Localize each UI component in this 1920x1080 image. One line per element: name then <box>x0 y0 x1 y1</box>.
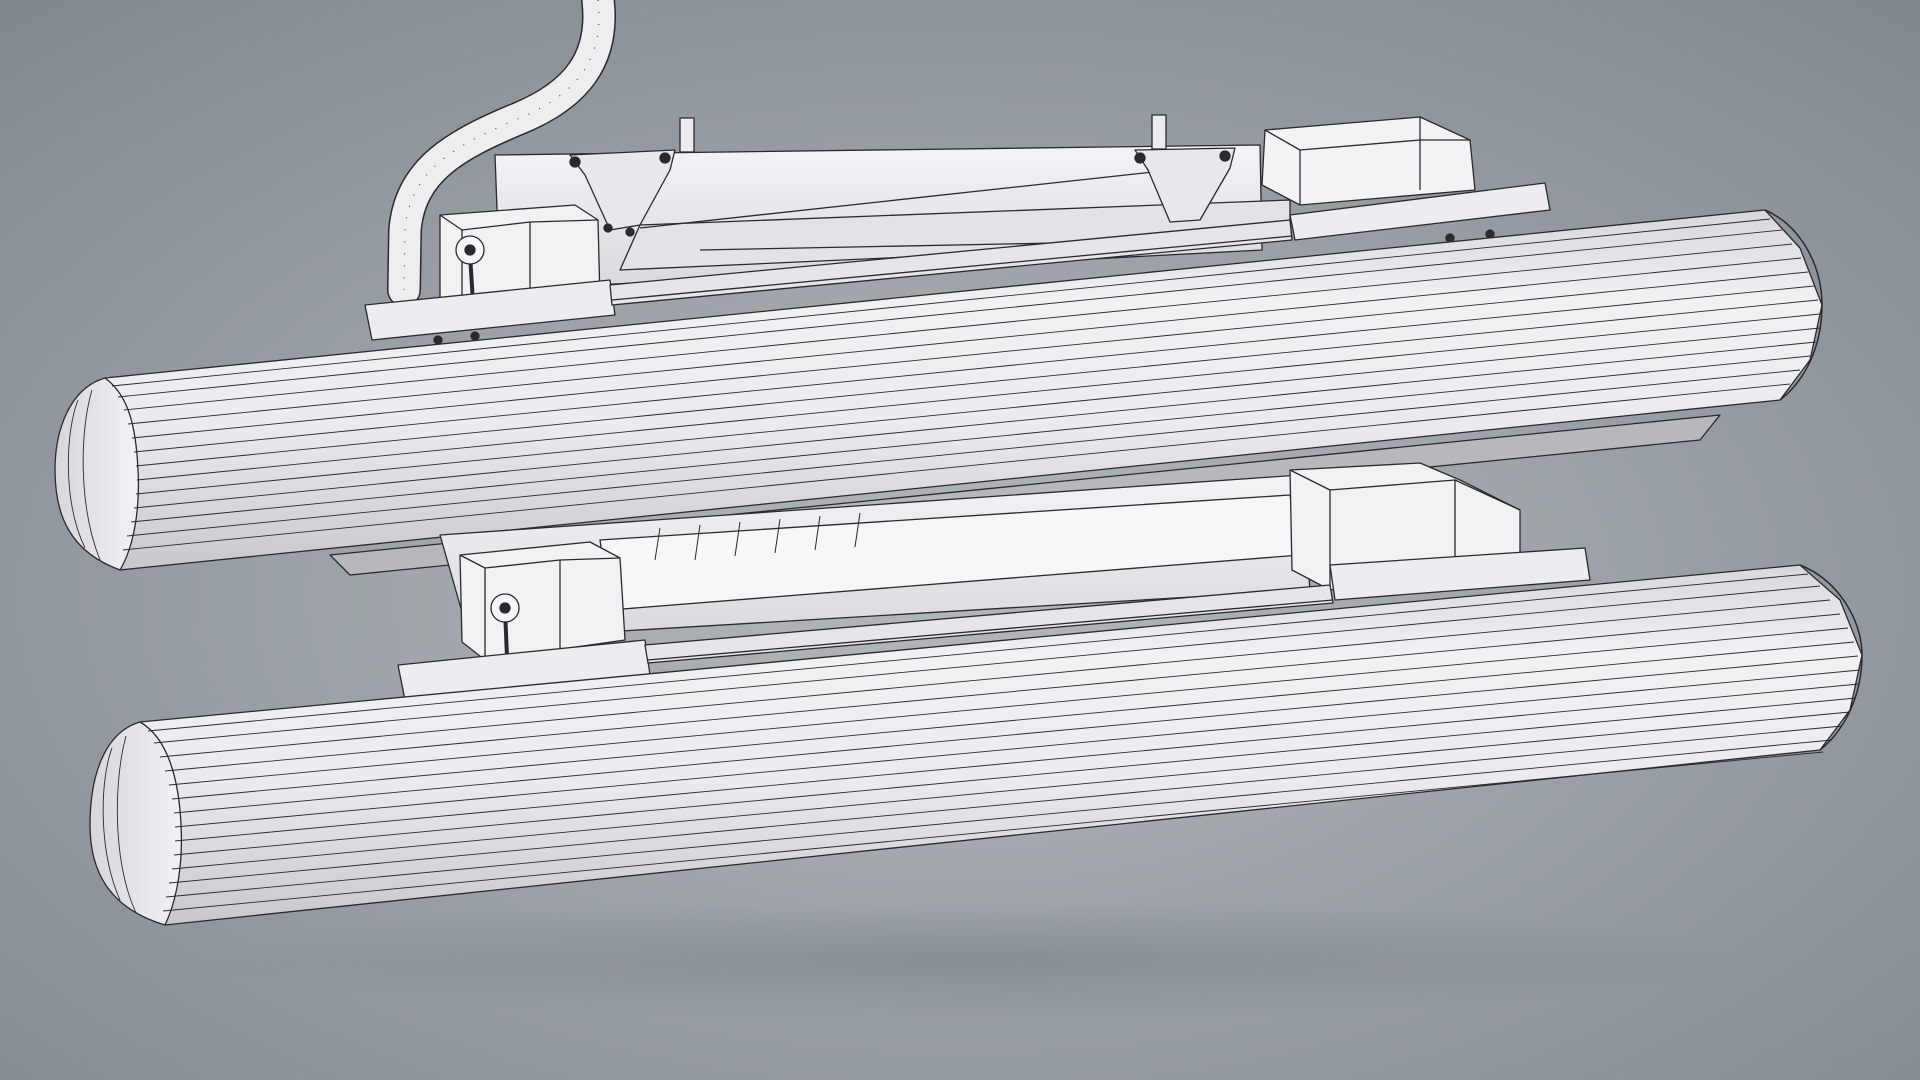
bolt <box>1485 229 1495 239</box>
bolt <box>569 156 581 168</box>
ground-shadow <box>200 900 1760 1020</box>
bolt <box>433 335 443 345</box>
bolt <box>1219 150 1231 162</box>
bolt <box>1445 233 1455 243</box>
bolt <box>1134 152 1146 164</box>
bracket-stem <box>679 117 695 153</box>
bracket-stem <box>1151 114 1167 150</box>
knob-center <box>499 602 511 614</box>
wireframe-render-canvas <box>0 0 1920 1080</box>
bolt <box>470 331 480 341</box>
knob-center <box>464 244 476 256</box>
bolt <box>625 227 635 237</box>
bolt <box>603 223 613 233</box>
bolt <box>659 152 671 164</box>
upper-ballast-box <box>1261 116 1476 206</box>
